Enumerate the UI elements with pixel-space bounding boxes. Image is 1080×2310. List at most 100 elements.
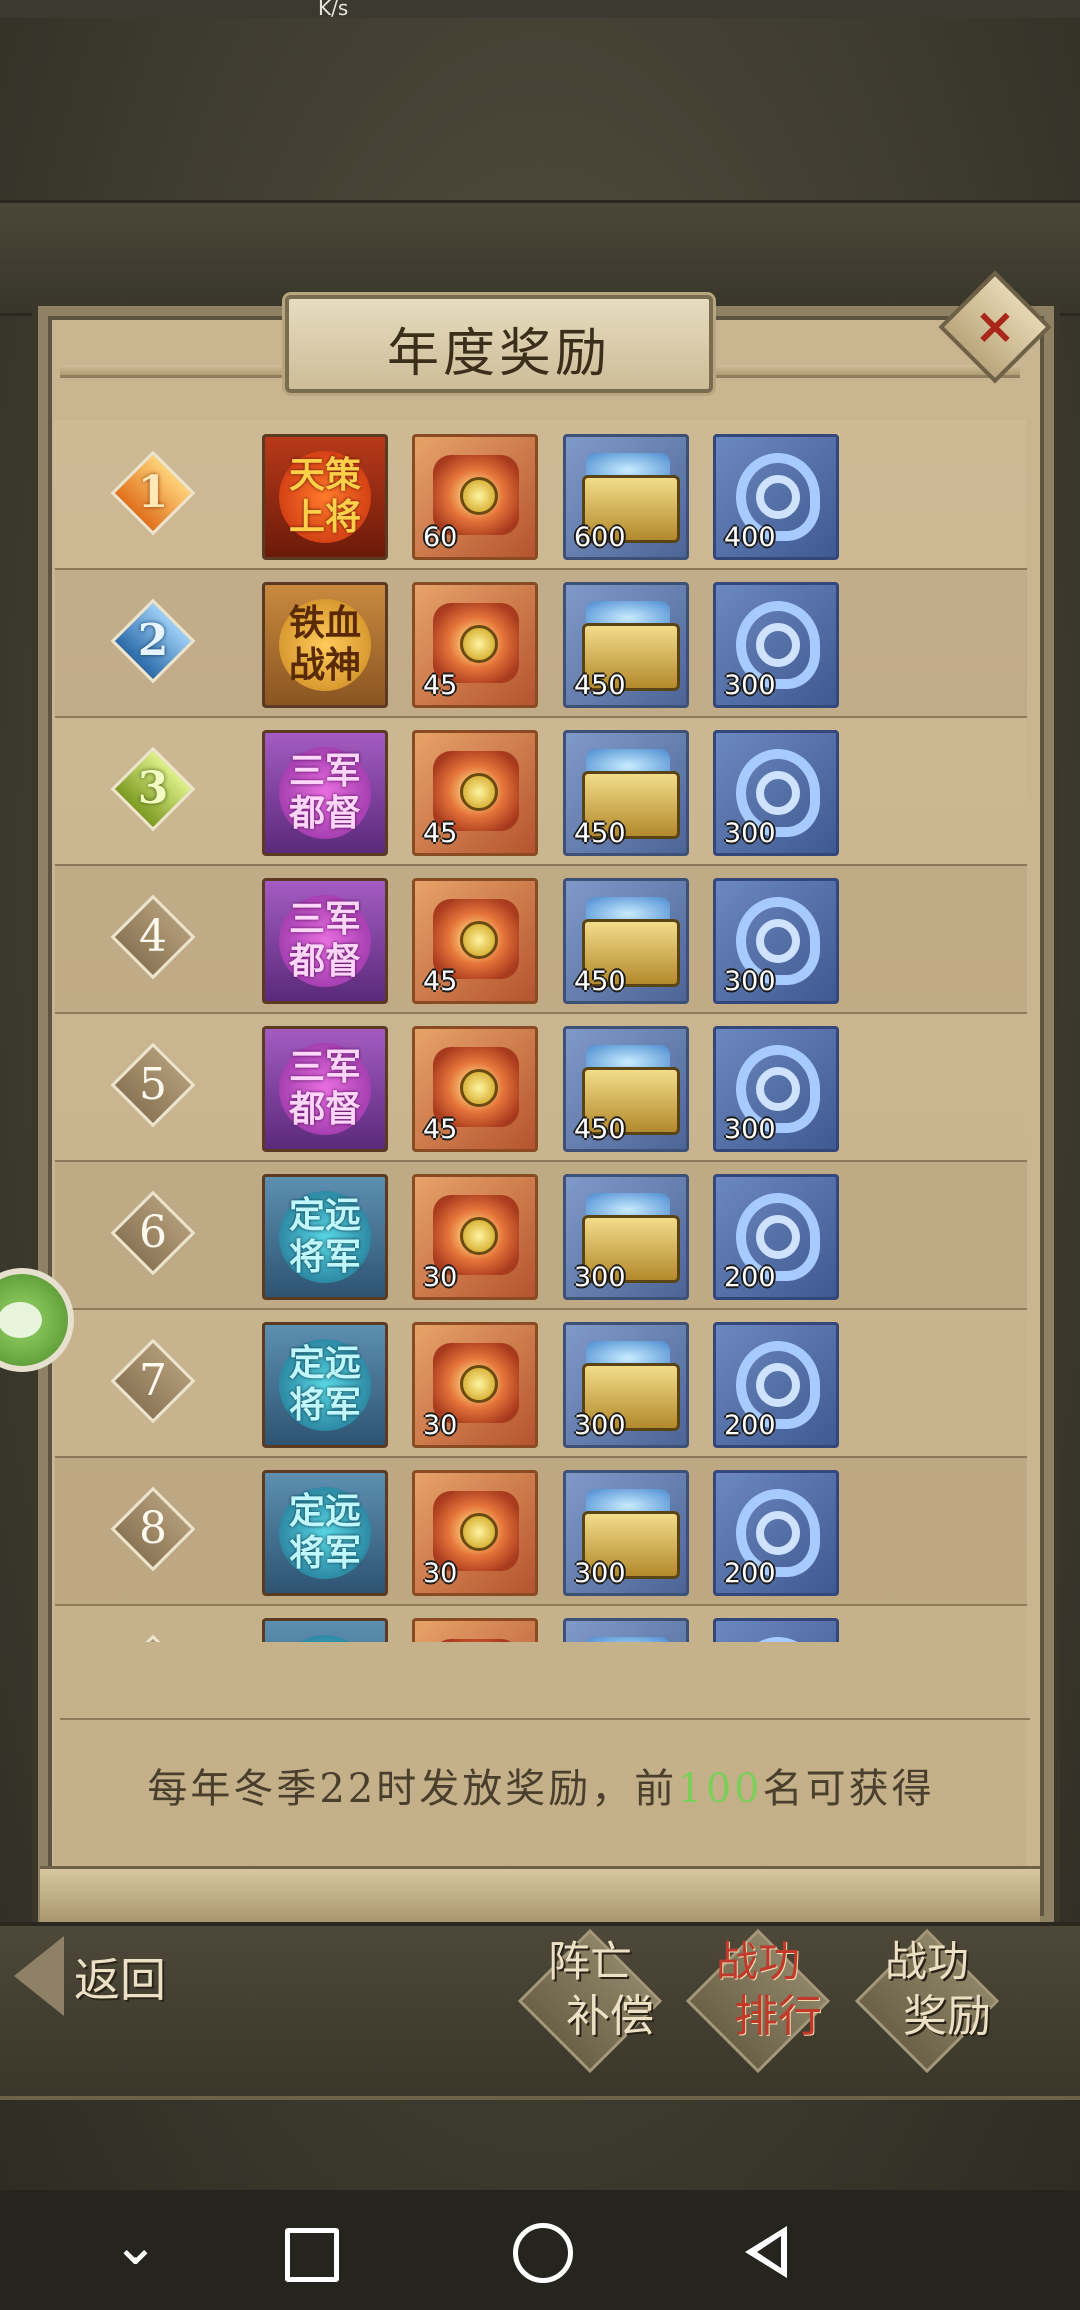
dialog-bottom-frame <box>40 1866 1040 1928</box>
rank-number: 4 <box>139 911 167 962</box>
pouch-gem-icon <box>460 1513 498 1551</box>
pouch-reward-item[interactable]: 30 <box>412 1322 538 1448</box>
chest-quantity: 600 <box>574 522 626 553</box>
treasure-chest-lid-icon <box>586 1637 670 1642</box>
pouch-reward-item[interactable]: 45 <box>412 730 538 856</box>
rank-number <box>110 1634 196 1642</box>
title-emblem-icon <box>279 1635 371 1642</box>
nav-back-icon-inner <box>757 2236 781 2268</box>
blue-dragon-coil-icon <box>756 1511 800 1555</box>
pouch-reward-item[interactable] <box>412 1618 538 1642</box>
title-name-line2: 都督 <box>288 940 361 982</box>
pouch-quantity: 45 <box>423 966 458 997</box>
dragon-quantity: 200 <box>724 1410 776 1441</box>
chevron-down-icon[interactable]: ⌄ <box>112 2218 159 2274</box>
title-reward-item[interactable]: 定远 将军 <box>262 1174 388 1300</box>
chest-reward-item[interactable]: 450 <box>563 1026 689 1152</box>
rank-number: 6 <box>139 1207 167 1258</box>
rank-number: 2 <box>137 615 169 666</box>
reward-note-prefix: 每年冬季22时发放奖励，前 <box>147 1766 678 1812</box>
chest-quantity: 450 <box>574 966 626 997</box>
dragon-reward-item[interactable]: 300 <box>713 582 839 708</box>
back-button[interactable]: 返回 <box>14 1936 194 2016</box>
dragon-reward-item[interactable]: 200 <box>713 1470 839 1596</box>
title-name-line1: 定远 <box>288 1342 361 1384</box>
chest-reward-item[interactable]: 450 <box>563 730 689 856</box>
pouch-reward-item[interactable]: 45 <box>412 878 538 1004</box>
pouch-quantity: 30 <box>423 1558 458 1589</box>
title-name-line1: 天策 <box>288 454 361 496</box>
rank-badge: 3 <box>110 746 196 832</box>
tab-label-line2: 奖励 <box>903 1991 991 2042</box>
dragon-reward-item[interactable]: 200 <box>713 1174 839 1300</box>
reward-note-suffix: 名可获得 <box>762 1766 935 1812</box>
title-name-line2: 上将 <box>288 496 361 538</box>
chest-reward-item[interactable]: 450 <box>563 878 689 1004</box>
blue-dragon-coil-icon <box>756 623 800 667</box>
title-reward-item[interactable]: 铁血 战神 <box>262 582 388 708</box>
pouch-reward-item[interactable]: 60 <box>412 434 538 560</box>
dragon-reward-item[interactable]: 300 <box>713 878 839 1004</box>
reward-row: 4 三军 都督 45 450 300 <box>55 864 1027 1014</box>
dragon-reward-item[interactable] <box>713 1618 839 1642</box>
pouch-gem-icon <box>460 773 498 811</box>
title-name-line2: 都督 <box>288 1088 361 1130</box>
pouch-reward-item[interactable]: 45 <box>412 1026 538 1152</box>
title-reward-item[interactable]: 定远 将军 <box>262 1322 388 1448</box>
pouch-reward-item[interactable]: 45 <box>412 582 538 708</box>
rank-number: 8 <box>139 1503 167 1554</box>
title-name-line2: 将军 <box>288 1532 361 1574</box>
blue-dragon-coil-icon <box>756 475 800 519</box>
title-reward-item[interactable]: 三军 都督 <box>262 878 388 1004</box>
tab-merit-rewards[interactable]: 战功 奖励 <box>852 1926 1002 2076</box>
pouch-gem-icon <box>460 1365 498 1403</box>
title-name-line2: 都督 <box>288 792 361 834</box>
dragon-reward-item[interactable]: 300 <box>713 1026 839 1152</box>
dialog-title: 年度奖励 <box>386 324 611 384</box>
chest-reward-item[interactable]: 600 <box>563 434 689 560</box>
title-reward-item[interactable]: 天策 上将 <box>262 434 388 560</box>
recent-apps-icon[interactable] <box>285 2228 339 2282</box>
title-reward-item[interactable]: 定远 将军 <box>262 1470 388 1596</box>
title-reward-item[interactable] <box>262 1618 388 1642</box>
close-icon[interactable]: × <box>969 300 1021 352</box>
title-name-line2: 将军 <box>288 1384 361 1426</box>
chest-reward-item[interactable] <box>563 1618 689 1642</box>
title-reward-item[interactable]: 三军 都督 <box>262 1026 388 1152</box>
rank-number: 3 <box>137 763 169 814</box>
red-pouch-icon <box>433 1639 519 1642</box>
title-name-line1: 三军 <box>288 898 361 940</box>
pouch-reward-item[interactable]: 30 <box>412 1174 538 1300</box>
chest-reward-item[interactable]: 300 <box>563 1322 689 1448</box>
pouch-reward-item[interactable]: 30 <box>412 1470 538 1596</box>
home-icon[interactable] <box>513 2223 573 2283</box>
rank-number: 7 <box>139 1355 167 1406</box>
dragon-quantity: 200 <box>724 1558 776 1589</box>
tab-merit-ranking[interactable]: 战功 排行 <box>683 1926 833 2076</box>
title-name-line2: 将军 <box>288 1236 361 1278</box>
tab-label-line2: 排行 <box>734 1991 822 2042</box>
dragon-reward-item[interactable]: 300 <box>713 730 839 856</box>
tab-casualty-compensation[interactable]: 阵亡 补偿 <box>515 1926 665 2076</box>
chest-reward-item[interactable]: 300 <box>563 1470 689 1596</box>
rank-badge: 5 <box>110 1042 196 1128</box>
chest-reward-item[interactable]: 300 <box>563 1174 689 1300</box>
chat-bubble-icon <box>0 1302 42 1338</box>
reward-row: 5 三军 都督 45 450 300 <box>55 1012 1027 1162</box>
chest-reward-item[interactable]: 450 <box>563 582 689 708</box>
status-bar: K/s <box>0 0 1080 20</box>
dialog-title-plate: 年度奖励 <box>285 295 713 393</box>
reward-row: 3 三军 都督 45 450 300 <box>55 716 1027 866</box>
android-nav-bar: ⌄ <box>0 2190 1080 2310</box>
pouch-quantity: 45 <box>423 670 458 701</box>
pouch-quantity: 45 <box>423 818 458 849</box>
dragon-reward-item[interactable]: 400 <box>713 434 839 560</box>
blue-dragon-coil-icon <box>756 919 800 963</box>
rank-number: 5 <box>139 1059 167 1110</box>
reward-list[interactable]: 1 天策 上将 60 600 400 2 铁血 战神 45 450 300 3 三军 都督 45 450 300 4… <box>55 420 1027 1642</box>
chest-quantity: 300 <box>574 1410 626 1441</box>
rank-number: 1 <box>137 467 169 518</box>
title-reward-item[interactable]: 三军 都督 <box>262 730 388 856</box>
dragon-reward-item[interactable]: 200 <box>713 1322 839 1448</box>
title-name-line1: 铁血 <box>288 602 361 644</box>
